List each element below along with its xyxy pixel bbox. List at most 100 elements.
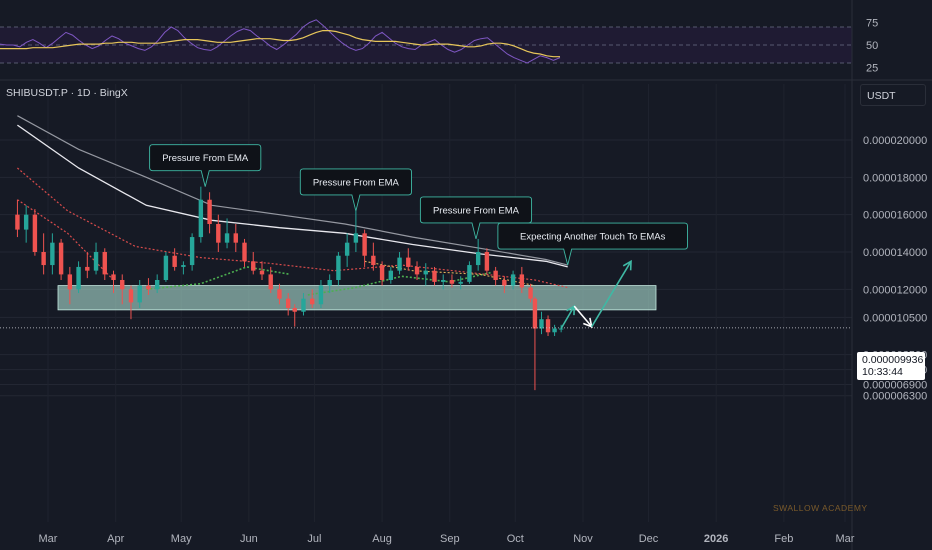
candle-body [449, 280, 455, 284]
candle-body [545, 319, 551, 333]
ema-50-line-early [17, 199, 114, 281]
candle-body [362, 233, 367, 256]
candle-body [146, 285, 151, 290]
candle-body [414, 266, 420, 275]
price-tick-label: 0.000012000 [863, 284, 927, 296]
candle-body [93, 252, 99, 271]
candle-body [510, 274, 516, 286]
annotation-box [299, 168, 412, 212]
candle-body [111, 274, 116, 280]
date-tick-label: Apr [107, 533, 124, 545]
currency-selector[interactable]: USDT [860, 84, 926, 106]
candle-body [181, 265, 186, 267]
date-tick-label: 2026 [704, 533, 728, 545]
candle-body [137, 285, 142, 303]
candle-body [318, 285, 324, 305]
candle-body [532, 298, 538, 329]
annotation-text: Pressure From EMA [162, 153, 249, 164]
candle-body [216, 224, 221, 243]
bar-countdown: 10:33:44 [862, 366, 903, 378]
candle-body [207, 199, 212, 224]
candle-body [224, 233, 230, 243]
candle-body [172, 255, 177, 267]
price-tick-label: 0.000016000 [863, 210, 927, 222]
date-tick-label: Mar [836, 533, 855, 545]
candle-body [423, 270, 428, 275]
annotation-callout: Pressure From EMA [299, 168, 412, 212]
candle-body [388, 270, 394, 280]
date-tick-label: Dec [639, 533, 659, 545]
ema-200-line [17, 115, 568, 266]
candle-body [301, 298, 306, 312]
price-tick-label: 0.000014000 [863, 247, 927, 259]
price-tick-label: 0.000006900 [863, 380, 927, 392]
candle-body [344, 242, 350, 256]
last-price-value: 0.000009936 [862, 354, 924, 366]
candle-body [371, 255, 376, 266]
watermark: SWALLOW ACADEMY [773, 503, 868, 513]
date-tick-label: Feb [774, 533, 793, 545]
axes: 0.000020000 0.000018000 0.000016000 0.00001… [39, 0, 927, 550]
candle-body [277, 289, 282, 299]
candle-body [327, 280, 332, 286]
candle-body [23, 214, 29, 230]
price-tick-label: 0.000018000 [863, 172, 927, 184]
candle-body [310, 298, 315, 305]
annotation-text: Expecting Another Touch To EMAs [520, 232, 666, 243]
candle-body [233, 233, 238, 243]
candle-body [528, 287, 533, 299]
candle-body [292, 308, 297, 312]
candle-body [67, 274, 73, 290]
candle-body [128, 289, 134, 303]
candle-body [558, 328, 564, 330]
candle-body [353, 233, 359, 243]
candle-body [493, 270, 498, 280]
candle-body [85, 266, 90, 271]
ema-100-line [17, 124, 568, 268]
date-tick-label: Jul [307, 533, 321, 545]
price-tick-label: 0.000020000 [863, 135, 927, 147]
annotation-text: Pressure From EMA [313, 177, 400, 188]
candle-body [379, 265, 385, 280]
candle-body [406, 257, 411, 267]
date-tick-label: Aug [372, 533, 392, 545]
candle-body [336, 255, 341, 280]
candle-body [458, 281, 463, 284]
candle-body [189, 237, 195, 266]
date-tick-label: Jun [240, 533, 258, 545]
candle-body [41, 252, 46, 266]
date-tick-label: Nov [573, 533, 593, 545]
candle-body [102, 252, 107, 275]
candle-body [163, 255, 169, 280]
rsi-tick-label: 75 [866, 18, 878, 30]
candle-body [467, 265, 472, 282]
candle-body [76, 266, 81, 290]
date-tick-label: Oct [507, 533, 524, 545]
candle-body [32, 214, 38, 252]
date-tick-label: Mar [39, 533, 58, 545]
candle-body [198, 199, 204, 238]
price-tick-label: 0.000010500 [863, 312, 927, 324]
candle-body [154, 280, 160, 290]
annotations: Pressure From EMA Pressure From EMA Pressu… [149, 144, 688, 266]
candle-body [519, 274, 525, 288]
candle-body [552, 328, 557, 333]
chart-canvas[interactable]: 755025 Pressure From EMAPressure From EM… [0, 0, 932, 550]
candle-body [285, 298, 291, 308]
candle-body [259, 270, 265, 275]
date-tick-label: May [171, 533, 192, 545]
candle-body [242, 242, 247, 262]
annotation-callout: Pressure From EMA [149, 144, 262, 187]
candle-body [475, 252, 481, 266]
annotation-box [149, 144, 262, 187]
candle-body [441, 280, 446, 282]
rsi-panel: 75 50 25 [0, 18, 932, 81]
candle-body [397, 257, 402, 271]
candle-body [50, 242, 55, 266]
candle-body [432, 270, 437, 282]
candle-body [120, 280, 125, 290]
rsi-tick-label: 25 [866, 63, 878, 75]
candle-body [251, 261, 256, 271]
annotation-text: Pressure From EMA [433, 205, 520, 216]
candle-body [15, 214, 20, 230]
